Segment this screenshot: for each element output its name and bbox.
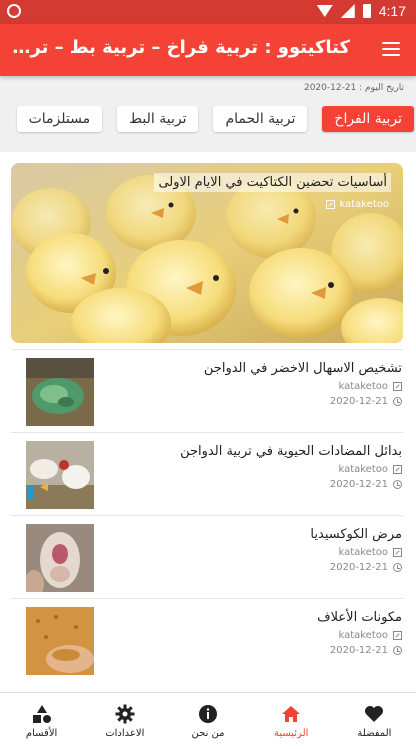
nav-home[interactable]: الرئيسية	[250, 693, 333, 749]
status-time: 4:17	[378, 3, 406, 19]
list-item[interactable]: مكونات الأعلاف kataketoo 2020-12-21	[11, 598, 403, 681]
article-date-label: 2020-12-21	[329, 562, 388, 573]
nav-settings[interactable]: الاعدادات	[83, 693, 166, 749]
article-title: تشخيص الاسهال الاخضر في الدواجن	[203, 361, 402, 376]
article-source: kataketoo	[338, 630, 402, 641]
article-source-label: kataketoo	[338, 630, 388, 641]
article-source-label: kataketoo	[338, 464, 388, 475]
gear-icon	[115, 704, 135, 723]
info-icon	[199, 704, 217, 723]
tab-duck-raising[interactable]: تربية البط	[117, 106, 199, 132]
nav-categories-label: الأقسام	[25, 727, 58, 739]
app-title: كتاكيتوو : تربية فراخ – تربية بط – تربية…	[10, 37, 350, 58]
link-icon	[393, 548, 402, 557]
article-source-label: kataketoo	[338, 547, 388, 558]
article-title: بدائل المضادات الحيوية في تربية الدواجن	[180, 444, 402, 459]
article-list: تشخيص الاسهال الاخضر في الدواجن kataketo…	[11, 349, 403, 681]
app-bar: كتاكيتوو : تربية فراخ – تربية بط – تربية…	[0, 24, 416, 76]
clock-icon	[393, 646, 402, 655]
article-source: kataketoo	[338, 381, 402, 392]
article-date: 2020-12-21	[330, 396, 402, 407]
featured-article[interactable]: أساسيات تحضين الكتاكيت في الايام الاولى …	[11, 163, 403, 343]
bottom-nav: الأقسام الاعدادات من نحن الرئيسية المفضل…	[0, 692, 416, 749]
link-icon	[393, 382, 402, 391]
category-tabs: تربية الفراخ تربية الحمام تربية البط مست…	[0, 106, 416, 134]
featured-source-label: kataketoo	[339, 199, 389, 210]
article-date-label: 2020-12-21	[329, 645, 388, 656]
tab-supplies[interactable]: مستلزمات	[16, 106, 103, 132]
link-icon	[326, 200, 336, 209]
tab-pigeon-raising[interactable]: تربية الحمام	[213, 106, 308, 132]
today-date: تاريخ اليوم : 21-12-2020	[303, 83, 404, 93]
wifi-icon	[316, 5, 333, 17]
nav-about-label: من نحن	[191, 727, 225, 739]
tab-chicken-raising[interactable]: تربية الفراخ	[322, 106, 414, 132]
menu-icon[interactable]	[382, 42, 400, 56]
article-date-label: 2020-12-21	[329, 479, 388, 490]
battery-icon	[362, 4, 371, 18]
article-source: kataketoo	[338, 547, 402, 558]
article-title: مرض الكوكسيديا	[310, 527, 402, 542]
signal-icon	[340, 4, 355, 18]
content-area: أساسيات تحضين الكتاكيت في الايام الاولى …	[0, 152, 416, 692]
nav-favorites[interactable]: المفضلة	[333, 693, 416, 749]
home-icon	[282, 705, 301, 722]
clock-icon	[393, 480, 402, 489]
nav-favorites-label: المفضلة	[357, 727, 392, 739]
article-date: 2020-12-21	[330, 645, 402, 656]
article-source: kataketoo	[338, 464, 402, 475]
link-icon	[393, 631, 402, 640]
green-diarrhea-thumbnail	[26, 358, 94, 426]
article-source-label: kataketoo	[338, 381, 388, 392]
article-date-label: 2020-12-21	[329, 396, 388, 407]
featured-source: kataketoo	[326, 199, 389, 210]
status-bar: 4:17	[0, 0, 416, 24]
list-item[interactable]: تشخيص الاسهال الاخضر في الدواجن kataketo…	[11, 349, 403, 432]
nav-categories[interactable]: الأقسام	[0, 693, 83, 749]
chickens-thumbnail	[26, 441, 94, 509]
clock-icon	[393, 397, 402, 406]
notification-icon	[7, 4, 21, 18]
nav-about[interactable]: من نحن	[166, 693, 249, 749]
article-date: 2020-12-21	[330, 479, 402, 490]
feed-grain-thumbnail	[26, 607, 94, 675]
clock-icon	[393, 563, 402, 572]
article-title: مكونات الأعلاف	[317, 610, 402, 625]
list-item[interactable]: مرض الكوكسيديا kataketoo 2020-12-21	[11, 515, 403, 598]
nav-home-label: الرئيسية	[273, 727, 309, 739]
nav-settings-label: الاعدادات	[105, 727, 145, 739]
list-item[interactable]: بدائل المضادات الحيوية في تربية الدواجن …	[11, 432, 403, 515]
featured-title: أساسيات تحضين الكتاكيت في الايام الاولى	[154, 173, 391, 192]
link-icon	[393, 465, 402, 474]
sick-chick-thumbnail	[26, 524, 94, 592]
article-date: 2020-12-21	[330, 562, 402, 573]
heart-icon	[365, 705, 384, 722]
shapes-icon	[32, 704, 51, 723]
